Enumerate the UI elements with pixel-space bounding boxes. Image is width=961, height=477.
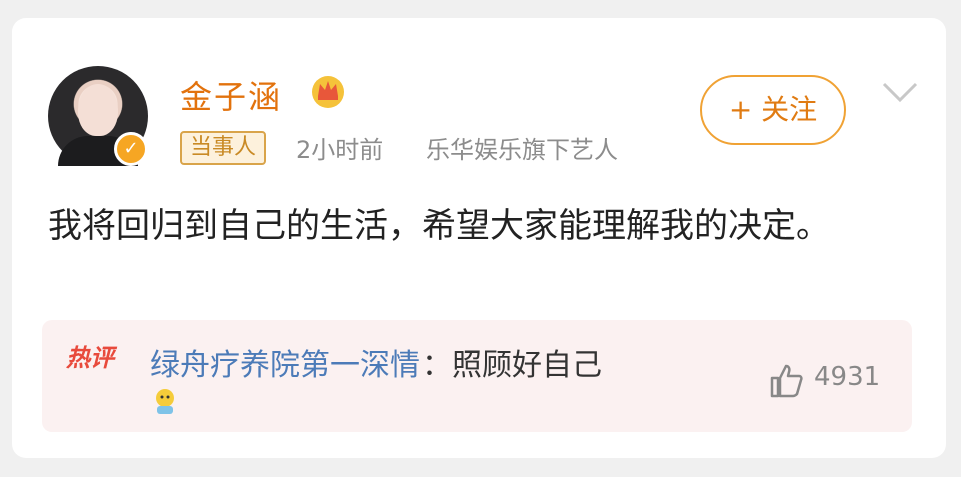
post-source: 乐华娱乐旗下艺人 [426,136,618,164]
crown-icon [312,76,344,108]
post-time: 2小时前 [296,136,384,164]
avatar-face [78,84,118,136]
chevron-down-icon[interactable] [880,80,920,104]
post-content: 我将回归到自己的生活，希望大家能理解我的决定。 [48,206,830,246]
verified-badge-icon: ✓ [114,132,148,166]
follow-button[interactable]: + 关注 [700,75,846,145]
hot-comment-text: ：照顾好自己 [422,348,602,383]
hot-comment-user[interactable]: 绿舟疗养院第一深情 [150,340,420,384]
like-count: 4931 [814,362,881,392]
hot-comment[interactable]: 热评 绿舟疗养院第一深情 ：照顾好自己 4931 [42,320,912,432]
username[interactable]: 金子涵 [180,72,282,118]
hot-comment-label: 热评 [66,344,114,372]
role-tag: 当事人 [180,131,267,165]
thumbs-up-icon[interactable] [766,360,806,400]
emoji-icon [156,389,174,414]
